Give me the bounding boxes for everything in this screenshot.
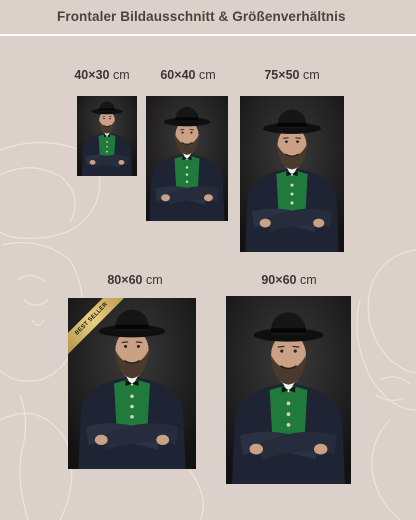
product-size-comparison: Frontaler Bildausschnitt & Größenverhält… xyxy=(0,0,416,520)
size-unit: cm xyxy=(112,68,130,82)
size-unit: cm xyxy=(302,68,320,82)
size-unit: cm xyxy=(145,273,163,287)
size-dims: 75×50 xyxy=(264,68,300,82)
print-preview-60x40[interactable] xyxy=(146,96,228,221)
print-preview-90x60[interactable] xyxy=(226,296,351,484)
portrait-image xyxy=(226,296,351,484)
portrait-image xyxy=(146,96,228,221)
best-seller-badge: BEST SELLER xyxy=(68,298,128,358)
size-label-60x40: 60×40 cm xyxy=(150,68,226,82)
page-title: Frontaler Bildausschnitt & Größenverhält… xyxy=(57,9,346,24)
header-divider xyxy=(0,34,416,36)
header: Frontaler Bildausschnitt & Größenverhält… xyxy=(0,0,416,36)
size-unit: cm xyxy=(299,273,317,287)
best-seller-ribbon: BEST SELLER xyxy=(68,298,128,358)
portrait-image xyxy=(77,96,137,176)
size-label-80x60: 80×60 cm xyxy=(96,273,174,287)
size-dims: 80×60 xyxy=(107,273,143,287)
size-label-75x50: 75×50 cm xyxy=(254,68,330,82)
print-preview-80x60[interactable]: BEST SELLER xyxy=(68,298,196,469)
size-dims: 60×40 xyxy=(160,68,196,82)
size-label-90x60: 90×60 cm xyxy=(250,273,328,287)
size-dims: 90×60 xyxy=(261,273,297,287)
size-dims: 40×30 xyxy=(74,68,110,82)
print-preview-40x30[interactable] xyxy=(77,96,137,176)
portrait-image xyxy=(240,96,344,252)
print-preview-75x50[interactable] xyxy=(240,96,344,252)
size-label-40x30: 40×30 cm xyxy=(70,68,134,82)
size-unit: cm xyxy=(198,68,216,82)
